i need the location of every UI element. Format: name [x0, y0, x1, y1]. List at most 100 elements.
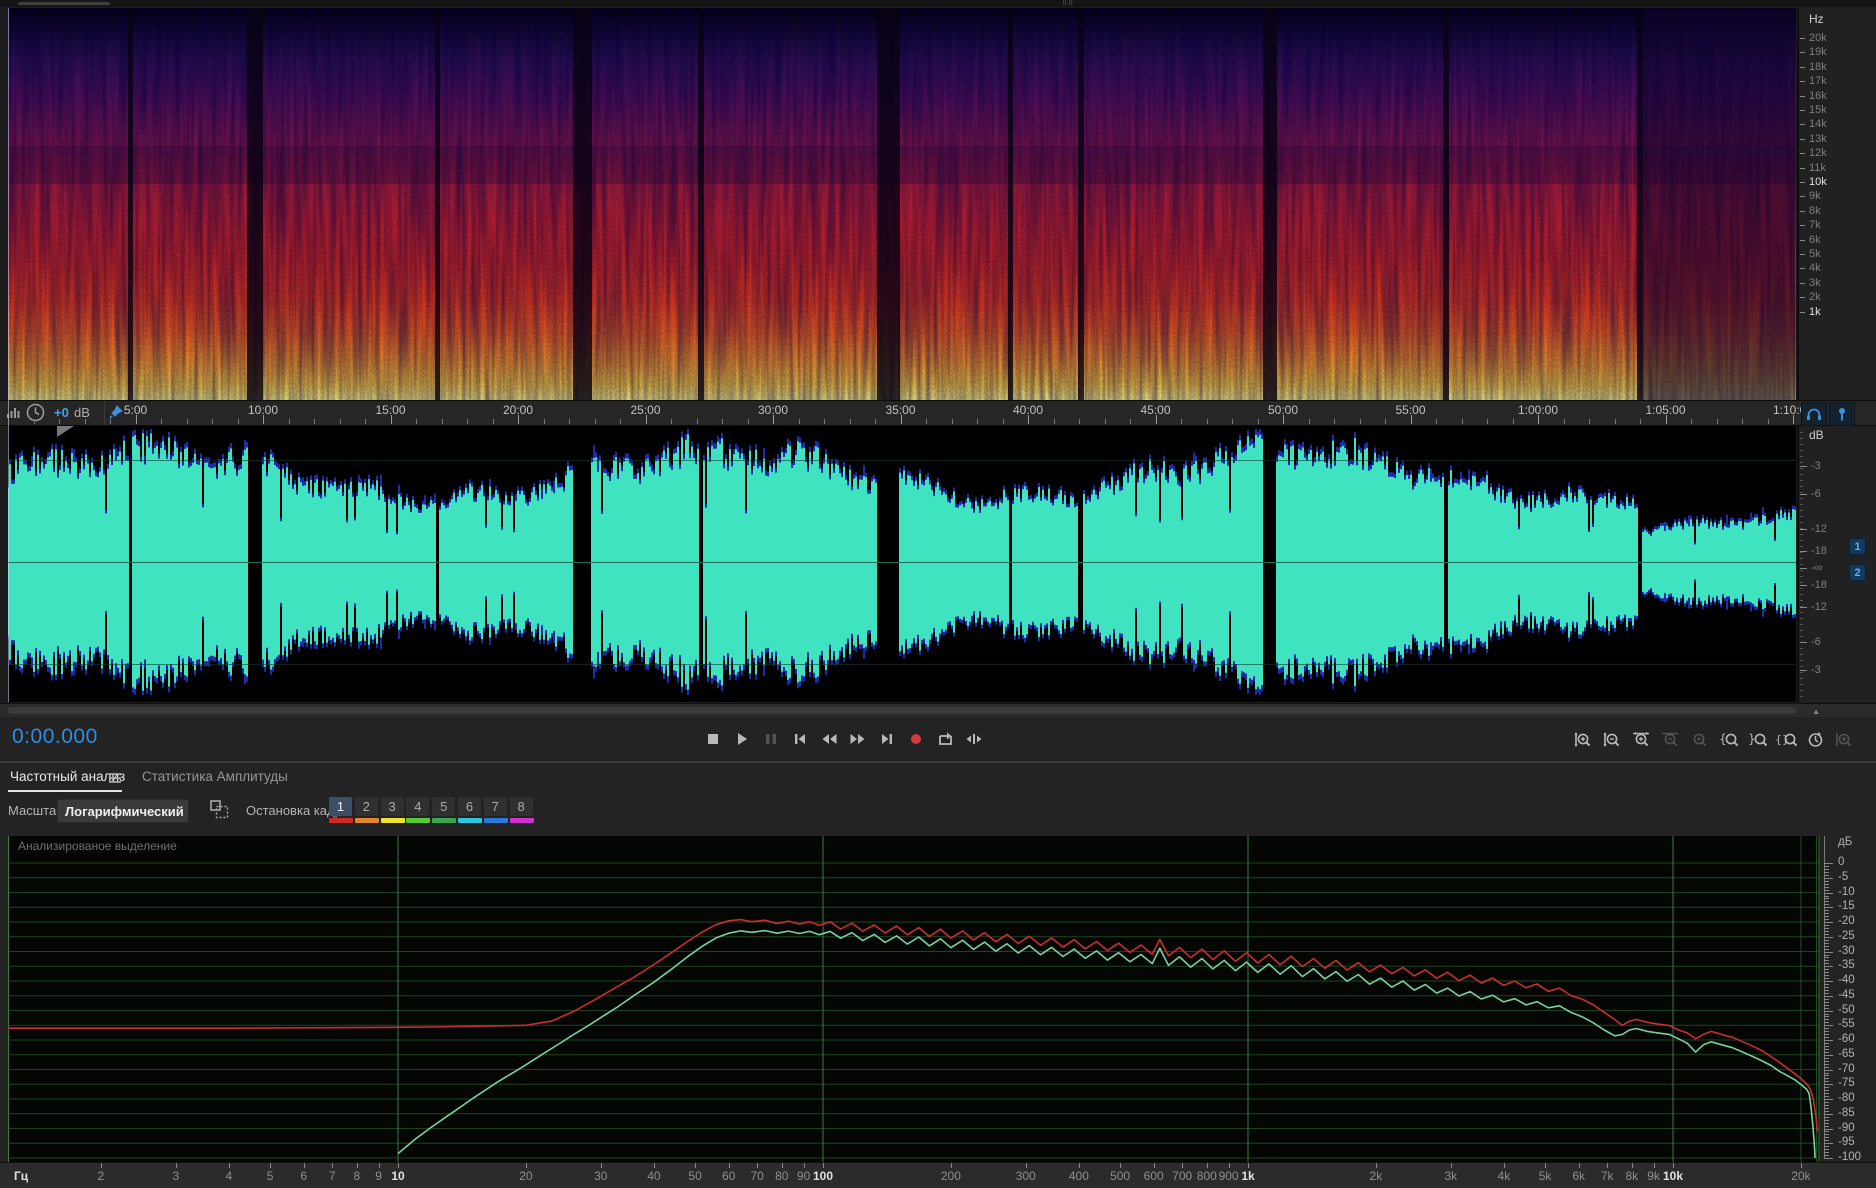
skip-selection-button[interactable] [961, 727, 987, 751]
frame-hold-button-2[interactable]: 2 [354, 797, 378, 816]
zoom-right-edge-button[interactable]: } [1744, 727, 1770, 751]
frame-hold-button-1[interactable]: 1 [329, 797, 352, 816]
db-minor-tick [1800, 480, 1803, 481]
y-tick [1824, 916, 1829, 918]
frame-hold-button-8[interactable]: 8 [509, 797, 533, 816]
timeline-time-label: 1:00:00 [1517, 403, 1559, 417]
copy-graph-icon[interactable] [210, 800, 229, 824]
skip-start-button[interactable] [787, 727, 813, 751]
hz-tick-label: 6k [1809, 233, 1821, 246]
record-button[interactable] [903, 727, 929, 751]
zoom-full-button[interactable] [1831, 727, 1857, 751]
db-tick-label: -3 [1811, 460, 1821, 472]
y-tick [1824, 907, 1833, 909]
timeline-time-label: 35:00 [885, 403, 916, 417]
zoom-selection-button[interactable]: {} [1773, 727, 1799, 751]
y-tick [1824, 883, 1829, 885]
x-tick-label: 1k [1241, 1169, 1255, 1183]
db-tick-label: -18 [1811, 545, 1827, 557]
tab-amplitude-statistics[interactable]: Статистика Амплитуды [142, 769, 288, 784]
channel-2-badge[interactable]: 2 [1849, 564, 1866, 581]
timeline-tick [875, 419, 876, 424]
hz-tick-label: 18k [1809, 60, 1827, 73]
loop-button[interactable] [932, 727, 958, 751]
scrollbar-arrow-icon[interactable]: ▲ [1812, 707, 1820, 716]
frame-hold-button-4[interactable]: 4 [406, 797, 430, 816]
transport-bar: 0:00.000 {} {} [0, 717, 1876, 761]
playback-time-display[interactable]: 0:00.000 [12, 725, 98, 749]
frequency-plot[interactable]: Анализированое выделение [8, 836, 1820, 1162]
y-tick [1824, 939, 1829, 941]
y-tick [1824, 1072, 1829, 1074]
clock-icon[interactable] [26, 403, 45, 427]
timeline-tick [110, 419, 111, 424]
frame-hold-button-3[interactable]: 3 [380, 797, 404, 816]
y-tick [1824, 933, 1829, 935]
zoom-in-horizontal-button[interactable] [1628, 727, 1654, 751]
scale-dropdown[interactable]: Логарифмический [57, 799, 189, 823]
x-tick [1375, 1163, 1377, 1168]
zoom-reset-button[interactable] [1686, 727, 1712, 751]
frame-hold-button-7[interactable]: 7 [483, 797, 507, 816]
zoom-out-vertical-button[interactable] [1599, 727, 1625, 751]
x-tick-label: 6k [1572, 1169, 1586, 1183]
pause-button[interactable] [758, 727, 784, 751]
x-tick-label: 8 [353, 1169, 361, 1183]
headphones-monitor-button[interactable] [1801, 402, 1827, 426]
y-tick [1824, 1060, 1829, 1062]
zoom-out-horizontal-button[interactable] [1657, 727, 1683, 751]
db-tick-mark [1800, 466, 1807, 467]
db-minor-tick [1800, 624, 1803, 625]
hz-tick-mark [1800, 167, 1805, 169]
hz-tick-mark [1800, 124, 1805, 126]
spectrogram-silence-gap [247, 8, 263, 400]
x-tick-label: 500 [1110, 1169, 1131, 1183]
timer-button[interactable] [1802, 727, 1828, 751]
timeline-tick [594, 419, 596, 424]
waveform-panel[interactable] [8, 426, 1796, 702]
x-tick [1578, 1163, 1580, 1168]
panel-top-divider[interactable]: ⠿⠿ [0, 0, 1876, 7]
panel-menu-icon[interactable] [108, 771, 122, 789]
divider-grip-handle[interactable] [18, 2, 110, 5]
play-button[interactable] [729, 727, 755, 751]
spectrogram-quiet-region [1643, 8, 1795, 400]
timeline-tick [416, 419, 417, 424]
marker-button[interactable] [1829, 402, 1855, 426]
scrollbar-thumb[interactable] [8, 707, 1796, 714]
db-minor-tick [1800, 534, 1803, 535]
rewind-button[interactable] [816, 727, 842, 751]
timeline-tick [339, 419, 341, 424]
fast-forward-button[interactable] [845, 727, 871, 751]
y-tick [1824, 865, 1829, 867]
x-tick-label: 700 [1172, 1169, 1193, 1183]
timeline-ruler[interactable]: +0 dB 5:00 10:00 15:00 20:00 25:00 30:00 35:00… [0, 400, 1876, 426]
horizontal-scrollbar[interactable]: ▲ [0, 703, 1876, 718]
frame-color-bar-5 [432, 818, 457, 823]
x-tick-label: 20k [1791, 1169, 1811, 1183]
db-minor-tick [1800, 492, 1803, 493]
y-tick [1824, 871, 1829, 873]
timeline-tick [59, 419, 60, 424]
stop-button[interactable] [700, 727, 726, 751]
hz-tick-label: 15k [1809, 104, 1827, 116]
y-tick-label: -75 [1838, 1077, 1855, 1090]
y-tick [1824, 1122, 1829, 1124]
x-tick-label: 60 [722, 1169, 736, 1183]
skip-end-button[interactable] [874, 727, 900, 751]
x-tick-label: 30 [594, 1169, 608, 1183]
y-tick [1824, 1028, 1829, 1030]
x-tick [1653, 1163, 1655, 1168]
zoom-in-vertical-button[interactable] [1570, 727, 1596, 751]
y-tick-label: -5 [1838, 870, 1849, 883]
x-tick [728, 1163, 730, 1168]
spectrogram-panel[interactable] [8, 8, 1796, 401]
timeline-tick [1053, 419, 1055, 424]
channel-1-badge[interactable]: 1 [1849, 538, 1866, 555]
frame-hold-button-6[interactable]: 6 [458, 797, 481, 816]
panel-corner-grip[interactable] [57, 426, 77, 437]
timeline-tick [1002, 419, 1004, 424]
zoom-left-edge-button[interactable]: { [1715, 727, 1741, 751]
frame-hold-button-5[interactable]: 5 [432, 797, 456, 816]
timeline-tick [492, 419, 494, 424]
